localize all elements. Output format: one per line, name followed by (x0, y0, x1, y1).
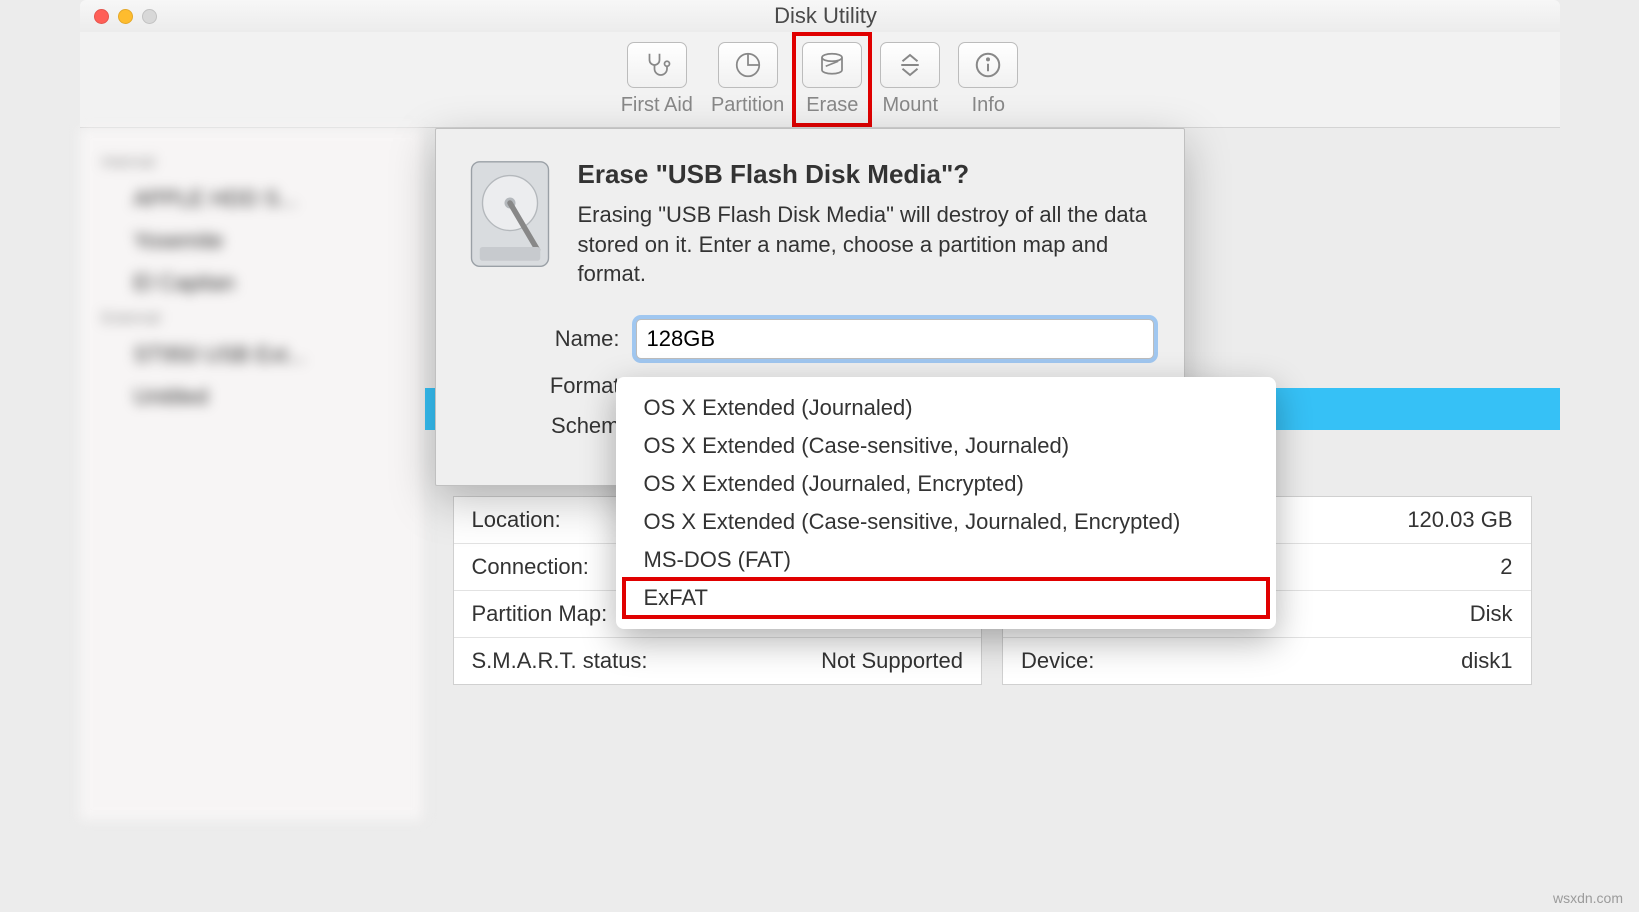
toolbar: First Aid Partition Erase Mount Info (80, 32, 1560, 128)
sidebar-volume[interactable]: Untitled (80, 376, 424, 418)
info-button[interactable]: Info (958, 42, 1018, 117)
name-label: Name: (466, 326, 636, 352)
info-value: Not Supported (821, 648, 963, 674)
mount-button[interactable]: Mount (880, 42, 940, 117)
sidebar-disk[interactable]: APPLE HDD S... (80, 178, 424, 220)
content-pane: Erase "USB Flash Disk Media"? Erasing "U… (425, 128, 1560, 820)
window-title: Disk Utility (166, 3, 1486, 29)
main-area: Internal APPLE HDD S... Yosemite El Capi… (80, 128, 1560, 820)
sidebar: Internal APPLE HDD S... Yosemite El Capi… (80, 128, 425, 820)
dialog-description: Erasing "USB Flash Disk Media" will dest… (578, 200, 1154, 289)
watermark: wsxdn.com (1553, 890, 1623, 906)
scheme-label: Schem (466, 413, 636, 439)
dialog-title: Erase "USB Flash Disk Media"? (578, 159, 1154, 190)
stethoscope-icon (627, 42, 687, 88)
format-dropdown[interactable]: OS X Extended (Journaled) OS X Extended … (616, 377, 1276, 629)
first-aid-button[interactable]: First Aid (621, 42, 693, 117)
name-input[interactable] (636, 319, 1154, 359)
toolbar-label: Mount (883, 94, 939, 117)
info-value: 2 (1500, 554, 1512, 580)
info-value: Disk (1470, 601, 1513, 627)
erase-dialog: Erase "USB Flash Disk Media"? Erasing "U… (435, 128, 1185, 486)
toolbar-label: Partition (711, 94, 784, 117)
format-option[interactable]: OS X Extended (Journaled) (616, 389, 1276, 427)
mount-icon (880, 42, 940, 88)
titlebar: Disk Utility (80, 0, 1560, 32)
format-option[interactable]: OS X Extended (Journaled, Encrypted) (616, 465, 1276, 503)
sidebar-section: External (80, 304, 424, 334)
disk-utility-window: Disk Utility First Aid Partition Erase M… (80, 0, 1560, 820)
partition-button[interactable]: Partition (711, 42, 784, 117)
format-option[interactable]: MS-DOS (FAT) (616, 541, 1276, 579)
info-value: 120.03 GB (1407, 507, 1512, 533)
info-label: Location: (472, 507, 561, 533)
format-option[interactable]: OS X Extended (Case-sensitive, Journaled… (616, 503, 1276, 541)
erase-icon (802, 42, 862, 88)
sidebar-section: Internal (80, 148, 424, 178)
format-option[interactable]: OS X Extended (Case-sensitive, Journaled… (616, 427, 1276, 465)
toolbar-label: Info (972, 94, 1005, 117)
sidebar-volume[interactable]: El Capitan (80, 262, 424, 304)
sidebar-volume[interactable]: Yosemite (80, 220, 424, 262)
toolbar-label: Erase (806, 94, 858, 117)
info-icon (958, 42, 1018, 88)
close-window-button[interactable] (94, 9, 109, 24)
info-value: disk1 (1461, 648, 1512, 674)
sidebar-disk[interactable]: ST950 USB Ext... (80, 334, 424, 376)
erase-button[interactable]: Erase (802, 42, 862, 117)
hard-drive-icon (466, 159, 554, 269)
info-label: Device: (1021, 648, 1094, 674)
info-label: Connection: (472, 554, 589, 580)
toolbar-label: First Aid (621, 94, 693, 117)
info-label: S.M.A.R.T. status: (472, 648, 648, 674)
format-label: Format (466, 373, 636, 399)
zoom-window-button[interactable] (142, 9, 157, 24)
pie-icon (718, 42, 778, 88)
format-option-exfat[interactable]: ExFAT (616, 579, 1276, 617)
minimize-window-button[interactable] (118, 9, 133, 24)
info-label: Partition Map: (472, 601, 608, 627)
